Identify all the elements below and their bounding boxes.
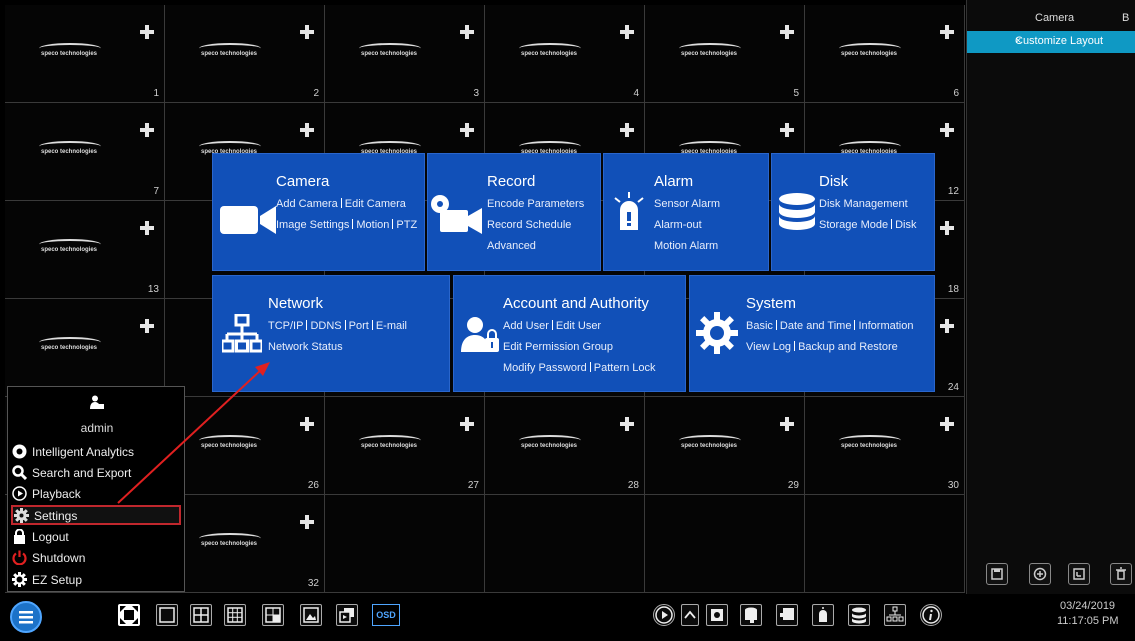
record-status-icon — [780, 608, 794, 620]
play-circle-icon — [655, 606, 673, 624]
time-display: 11:17:05 PM — [1057, 615, 1119, 627]
layout-9-button[interactable] — [224, 604, 246, 626]
info-button[interactable] — [920, 604, 942, 626]
custom-layout-button[interactable] — [300, 604, 322, 626]
record-status-button[interactable] — [776, 604, 798, 626]
layout-1-button[interactable] — [156, 604, 178, 626]
disk-stack-icon — [852, 607, 866, 624]
info-icon — [922, 606, 940, 624]
disk-status-icon — [745, 607, 757, 623]
disk-info-button[interactable] — [848, 604, 870, 626]
snapshot-icon — [711, 609, 723, 621]
fullscreen-button[interactable] — [118, 604, 140, 626]
hamburger-icon — [19, 611, 33, 624]
network-tree-icon — [886, 606, 904, 622]
chevron-up-icon — [684, 610, 696, 619]
custom-layout-icon — [303, 607, 319, 623]
fullscreen-icon — [120, 606, 138, 624]
date-display: 03/24/2019 — [1060, 600, 1116, 612]
playback-button[interactable] — [653, 604, 675, 626]
sixteen-view-icon — [265, 607, 281, 623]
annotation-arrow — [117, 362, 270, 504]
taskbar: OSD 03/24/2019 11:17:05 PM — [0, 594, 1135, 641]
nine-view-icon — [227, 607, 243, 623]
snapshot-button[interactable] — [706, 604, 728, 626]
quad-view-icon — [193, 607, 209, 623]
alarm-status-button[interactable] — [812, 604, 834, 626]
sequence-button[interactable] — [336, 604, 358, 626]
main-menu-button[interactable] — [10, 601, 42, 633]
layout-4-button[interactable] — [190, 604, 212, 626]
layout-16-button[interactable] — [262, 604, 284, 626]
sequence-icon — [339, 608, 354, 623]
alarm-status-icon — [819, 607, 827, 622]
disk-status-button[interactable] — [740, 604, 762, 626]
single-view-icon — [159, 607, 175, 623]
expand-button[interactable] — [681, 604, 699, 626]
network-status-button[interactable] — [884, 604, 906, 626]
osd-button[interactable]: OSD — [372, 604, 400, 626]
